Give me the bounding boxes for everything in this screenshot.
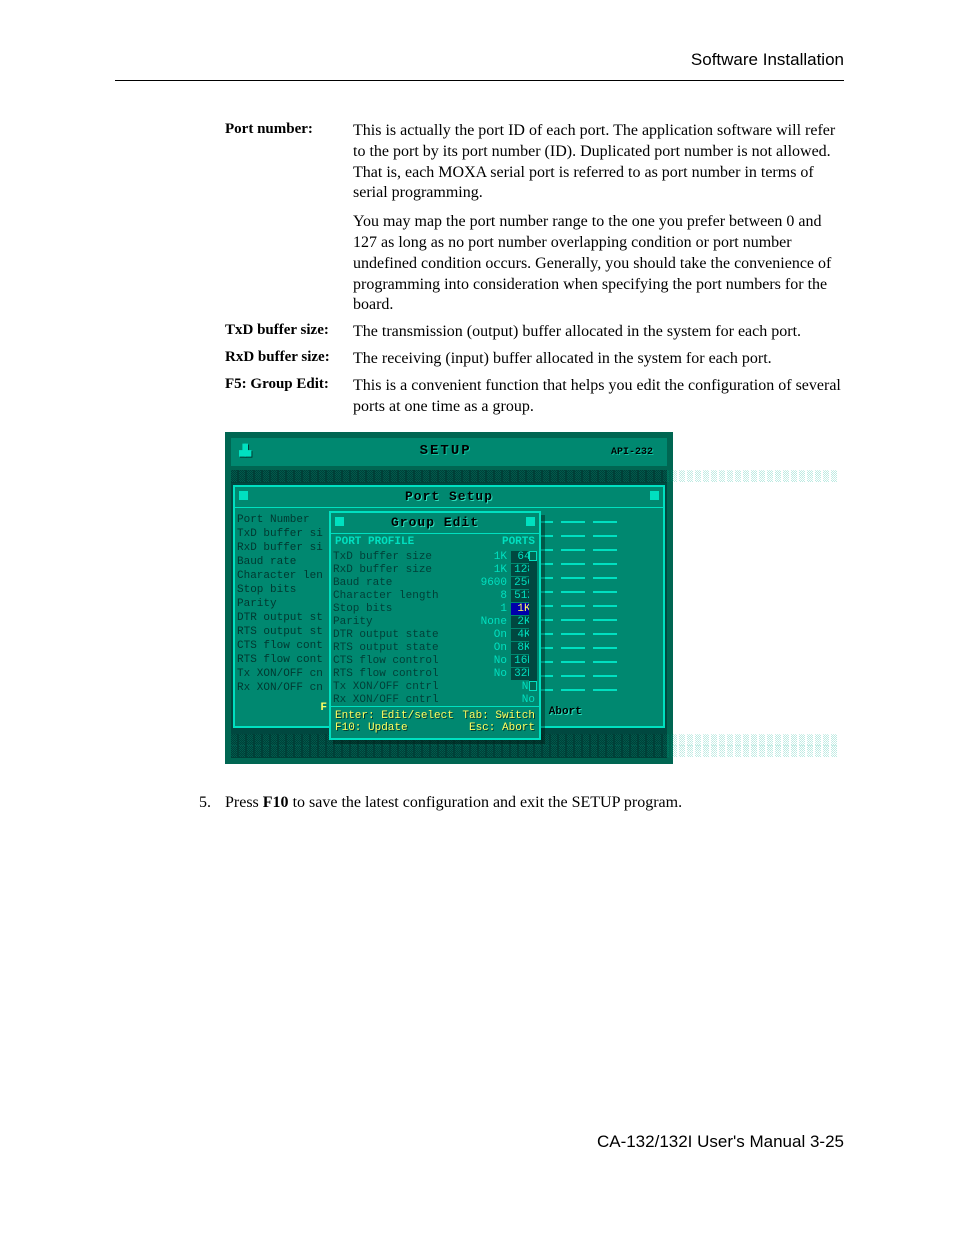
ge-label: Baud rate: [333, 577, 477, 589]
step-number: 5.: [115, 794, 225, 812]
lbl-rts: RTS output st: [237, 626, 327, 640]
lbl-cts: CTS flow cont: [237, 640, 327, 654]
lbl-rxd: RxD buffer si: [237, 542, 327, 556]
group-edit-row[interactable]: CTS flow controlNo16K: [331, 654, 539, 667]
def-desc-portnum-p1: This is actually the port ID of each por…: [353, 121, 844, 204]
fkey-hint: F: [237, 696, 327, 716]
ge-value[interactable]: No: [477, 668, 509, 680]
window-control-left-icon[interactable]: [239, 491, 248, 500]
group-edit-row[interactable]: RTS flow controlNo32K: [331, 667, 539, 680]
def-term-f5: F5: Group Edit:: [225, 376, 353, 418]
lbl-baud: Baud rate: [237, 556, 327, 570]
port-field-labels: Port Number TxD buffer si RxD buffer si …: [235, 508, 329, 726]
ge-value[interactable]: 1: [477, 603, 509, 615]
group-edit-rows: TxD buffer size1K64RxD buffer size1K128B…: [331, 550, 539, 706]
tui-screenshot: ▟▙ SETUP API-232 ░░░░░░░░░░░░░░░░░░░░░░░…: [225, 432, 844, 764]
hint-f10: F10: Update: [335, 722, 408, 734]
scroll-up-icon[interactable]: [529, 551, 537, 561]
ge-label: TxD buffer size: [333, 551, 477, 563]
ge-label: Stop bits: [333, 603, 477, 615]
port-setup-title: Port Setup: [235, 487, 663, 508]
page-footer: CA-132/132I User's Manual 3-25: [115, 1132, 844, 1152]
group-edit-row[interactable]: Stop bits11K: [331, 602, 539, 615]
ge-control-left-icon[interactable]: [335, 517, 344, 526]
hdr-profile: PORT PROFILE: [335, 536, 491, 548]
lbl-dtr: DTR output st: [237, 612, 327, 626]
pattern-bg: ░░░░░░░░░░░░░░░░░░░░░░░░░░░░░░░░░░░░░░░░…: [231, 470, 667, 483]
tui-topbar: ▟▙ SETUP API-232: [231, 438, 667, 465]
step-post: to save the latest configuration and exi…: [289, 794, 683, 811]
definitions-block: Port number: This is actually the port I…: [225, 121, 844, 417]
group-edit-footer: Enter: Edit/select Tab: Switch F10: Upda…: [331, 706, 539, 738]
ge-label: Tx XON/OFF cntrl: [333, 681, 505, 693]
group-edit-row[interactable]: Tx XON/OFF cntrlNo: [331, 680, 539, 693]
window-control-right-icon[interactable]: [650, 491, 659, 500]
lbl-charlen: Character len: [237, 570, 327, 584]
lbl-stopbits: Stop bits: [237, 584, 327, 598]
group-edit-dialog[interactable]: Group Edit PORT PROFILE PORTS TxD buffer…: [329, 511, 541, 741]
group-edit-row[interactable]: DTR output stateOn4K: [331, 628, 539, 641]
def-term-portnum: Port number:: [225, 121, 353, 316]
group-edit-row[interactable]: Baud rate9600256: [331, 576, 539, 589]
def-term-rxd: RxD buffer size:: [225, 349, 353, 370]
ge-label: RTS flow control: [333, 668, 477, 680]
ge-value[interactable]: None: [477, 616, 509, 628]
group-edit-row[interactable]: TxD buffer size1K64: [331, 550, 539, 563]
ge-label: Parity: [333, 616, 477, 628]
ge-label: CTS flow control: [333, 655, 477, 667]
ge-label: DTR output state: [333, 629, 477, 641]
ge-value[interactable]: 8: [477, 590, 509, 602]
scroll-down-icon[interactable]: [529, 681, 537, 691]
def-desc-portnum-p2: You may map the port number range to the…: [353, 212, 844, 316]
group-edit-row[interactable]: Character length8512: [331, 589, 539, 602]
lbl-txd: TxD buffer si: [237, 528, 327, 542]
step-text: Press F10 to save the latest configurati…: [225, 794, 844, 812]
def-desc-txd: The transmission (output) buffer allocat…: [353, 322, 844, 343]
lbl-txxon: Tx XON/OFF cn: [237, 668, 327, 682]
lbl-rtsflow: RTS flow cont: [237, 654, 327, 668]
ge-label: RxD buffer size: [333, 564, 477, 576]
ports-scrollbar[interactable]: [529, 551, 537, 691]
api-label: API-232: [611, 447, 659, 458]
ge-value[interactable]: 1K: [477, 564, 509, 576]
ge-value[interactable]: On: [477, 642, 509, 654]
ge-value[interactable]: On: [477, 629, 509, 641]
def-term-txd: TxD buffer size:: [225, 322, 353, 343]
ge-value[interactable]: 9600: [477, 577, 509, 589]
def-desc-portnum: This is actually the port ID of each por…: [353, 121, 844, 316]
hint-esc: Esc: Abort: [469, 722, 535, 734]
hint-enter: Enter: Edit/select: [335, 710, 454, 722]
group-edit-title: Group Edit: [391, 515, 479, 530]
ge-value[interactable]: 1K: [477, 551, 509, 563]
group-edit-row[interactable]: ParityNone2K: [331, 615, 539, 628]
moxa-logo: ▟▙: [239, 446, 250, 458]
def-desc-f5: This is a convenient function that helps…: [353, 376, 844, 418]
step-key: F10: [263, 794, 289, 811]
hint-tab: Tab: Switch: [462, 710, 535, 722]
ge-label: RTS output state: [333, 642, 477, 654]
abort-hint: c: Abort: [529, 706, 659, 718]
group-edit-row[interactable]: RxD buffer size1K128: [331, 563, 539, 576]
group-edit-row[interactable]: Rx XON/OFF cntrlNo: [331, 693, 539, 706]
setup-title: SETUP: [280, 444, 611, 459]
def-desc-rxd: The receiving (input) buffer allocated i…: [353, 349, 844, 370]
section-header: Software Installation: [115, 50, 844, 81]
ge-label: Rx XON/OFF cntrl: [333, 694, 505, 706]
group-edit-row[interactable]: RTS output stateOn8K: [331, 641, 539, 654]
ge-label: Character length: [333, 590, 477, 602]
port-grid-right: c: Abort: [521, 508, 663, 726]
lbl-portnum: Port Number: [237, 514, 327, 528]
port-setup-title-text: Port Setup: [405, 489, 493, 504]
ge-value[interactable]: No: [477, 655, 509, 667]
step-pre: Press: [225, 794, 263, 811]
lbl-rxxon: Rx XON/OFF cn: [237, 682, 327, 696]
lbl-parity: Parity: [237, 598, 327, 612]
hdr-ports: PORTS: [491, 536, 535, 548]
ge-value[interactable]: No: [505, 694, 537, 706]
ge-control-right-icon[interactable]: [526, 517, 535, 526]
